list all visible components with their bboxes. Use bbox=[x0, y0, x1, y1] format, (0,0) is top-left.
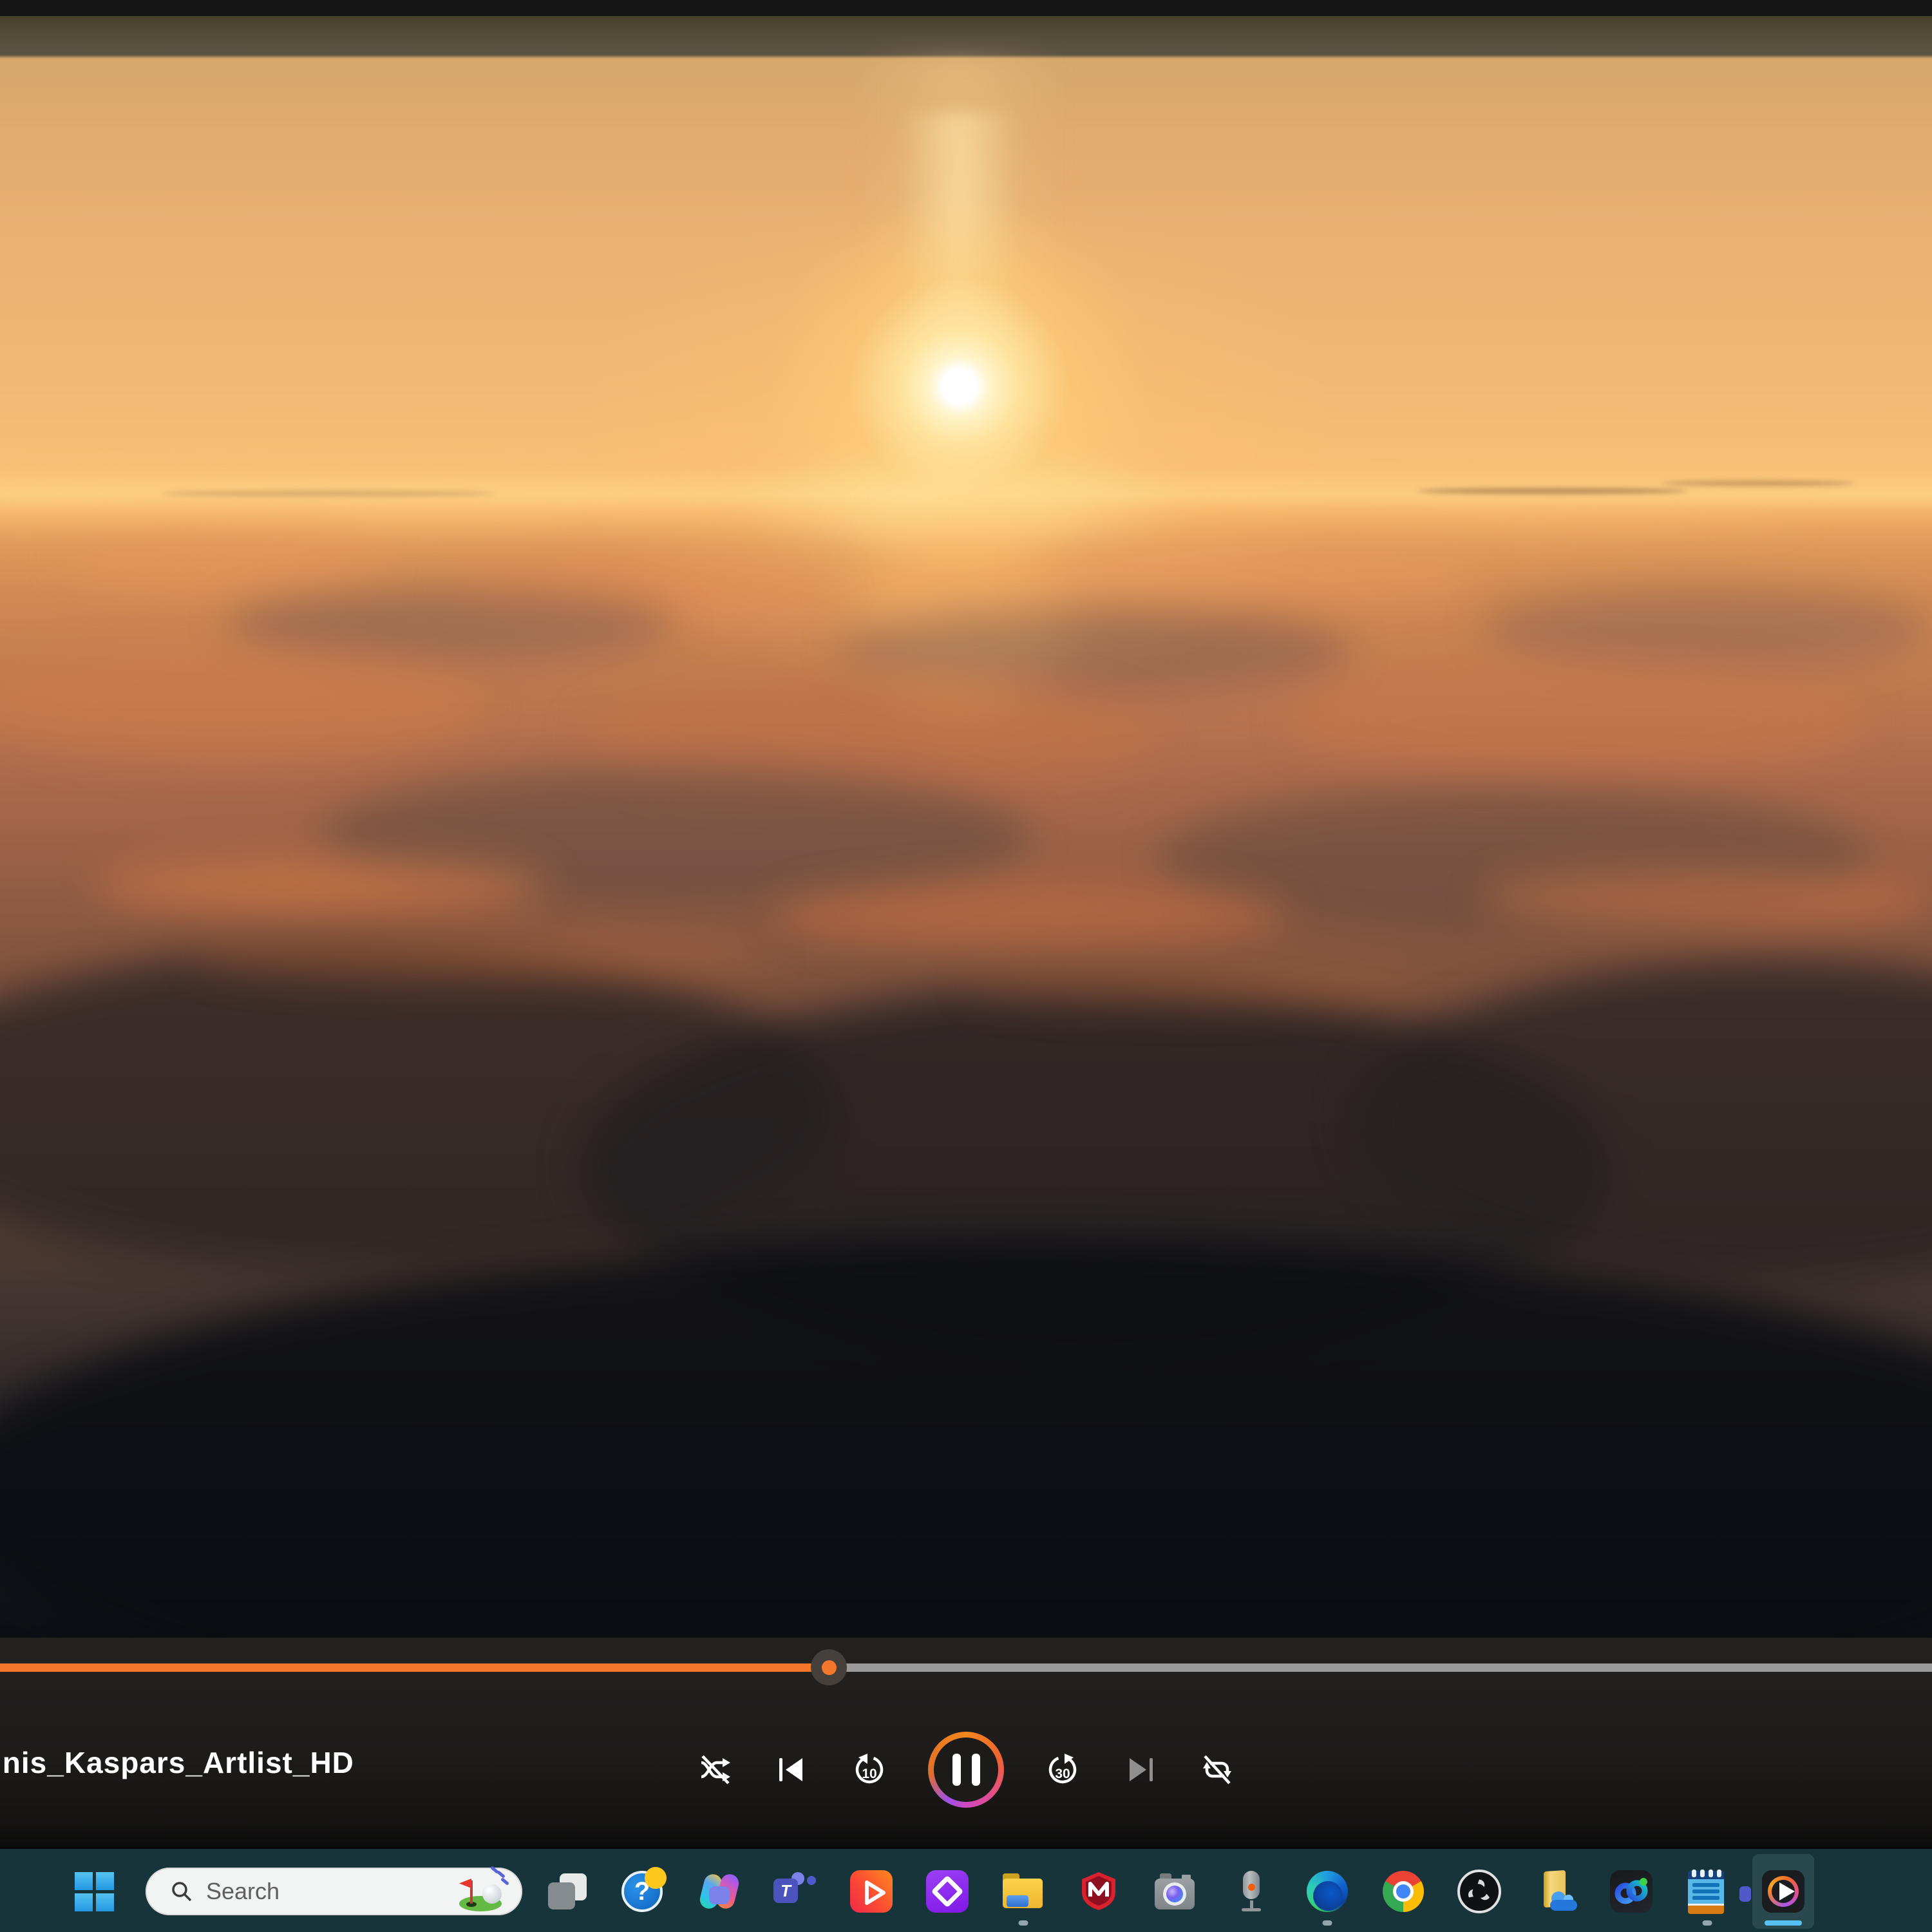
repeat-off-button[interactable] bbox=[1198, 1751, 1236, 1788]
notepad-icon bbox=[1685, 1870, 1729, 1913]
taskbar-search-box[interactable] bbox=[146, 1868, 522, 1915]
now-playing-title: inis_Kaspars_Artlist_HD bbox=[0, 1745, 354, 1780]
screen: inis_Kaspars_Artlist_HD bbox=[0, 0, 1932, 1932]
golf-flag-in-hole-icon bbox=[459, 1871, 507, 1911]
video-frame[interactable] bbox=[0, 16, 1932, 1638]
next-icon bbox=[1122, 1752, 1157, 1787]
taskbar-app-teams[interactable]: T bbox=[764, 1854, 826, 1929]
get-help-icon: ? bbox=[621, 1870, 665, 1913]
taskbar-app-webex[interactable] bbox=[1600, 1854, 1662, 1929]
shuffle-off-button[interactable] bbox=[696, 1751, 734, 1788]
taskbar-app-films-and-tv[interactable] bbox=[840, 1854, 902, 1929]
edge-icon bbox=[1307, 1871, 1348, 1912]
forward-seconds-label: 30 bbox=[1044, 1766, 1081, 1782]
rewind-10-button[interactable]: 10 bbox=[851, 1751, 888, 1788]
clipchamp-diamond-icon bbox=[926, 1870, 969, 1913]
repeat-off-icon bbox=[1200, 1752, 1235, 1787]
taskbar-app-file-explorer[interactable] bbox=[992, 1854, 1054, 1929]
taskbar-app-chrome[interactable] bbox=[1372, 1854, 1434, 1929]
rewind-seconds-label: 10 bbox=[851, 1766, 888, 1782]
previous-button[interactable] bbox=[773, 1751, 811, 1788]
search-input[interactable] bbox=[205, 1877, 401, 1906]
taskbar-app-edge[interactable] bbox=[1296, 1854, 1358, 1929]
shuffle-off-icon bbox=[697, 1752, 732, 1787]
seek-bar-progress bbox=[0, 1663, 829, 1672]
player-control-bar: inis_Kaspars_Artlist_HD bbox=[0, 1638, 1932, 1847]
forward-30-button[interactable]: 30 bbox=[1044, 1751, 1081, 1788]
file-explorer-icon bbox=[1001, 1870, 1045, 1913]
taskbar-app-notepad[interactable] bbox=[1676, 1854, 1738, 1929]
taskbar-app-sound-recorder[interactable] bbox=[1220, 1854, 1282, 1929]
running-indicator bbox=[1019, 1920, 1028, 1926]
teams-icon: T bbox=[773, 1870, 817, 1913]
films-and-tv-icon bbox=[850, 1870, 893, 1913]
taskbar-task-view-button[interactable] bbox=[536, 1854, 598, 1929]
taskbar-app-get-help[interactable]: ? bbox=[612, 1854, 674, 1929]
camera-icon bbox=[1153, 1870, 1197, 1913]
task-view-icon bbox=[545, 1870, 589, 1913]
previous-icon bbox=[775, 1752, 810, 1787]
taskbar-start-button[interactable] bbox=[63, 1854, 125, 1929]
pause-icon bbox=[952, 1754, 980, 1786]
search-icon bbox=[170, 1880, 193, 1903]
next-button-disabled[interactable] bbox=[1121, 1751, 1159, 1788]
obs-studio-icon bbox=[1457, 1870, 1501, 1913]
taskbar-app-clipchamp[interactable] bbox=[916, 1854, 978, 1929]
taskbar-app-onedrive-folder[interactable] bbox=[1524, 1854, 1586, 1929]
transport-controls: 10 30 bbox=[696, 1732, 1236, 1808]
mcafee-shield-icon bbox=[1077, 1870, 1121, 1913]
taskbar-app-obs-studio[interactable] bbox=[1448, 1854, 1510, 1929]
taskbar-app-media-player-active[interactable] bbox=[1752, 1854, 1814, 1929]
windows-start-icon bbox=[72, 1870, 116, 1913]
taskbar-app-camera[interactable] bbox=[1144, 1854, 1206, 1929]
running-indicator bbox=[1703, 1920, 1712, 1926]
onedrive-folder-icon bbox=[1533, 1870, 1577, 1913]
webex-icon bbox=[1610, 1870, 1653, 1913]
window-title-bar bbox=[0, 0, 1932, 16]
chrome-icon bbox=[1383, 1871, 1424, 1912]
taskbar-app-mcafee[interactable] bbox=[1068, 1854, 1130, 1929]
seek-bar[interactable] bbox=[0, 1663, 1932, 1672]
taskbar: ? T bbox=[0, 1847, 1932, 1932]
pause-button[interactable] bbox=[928, 1732, 1004, 1808]
seek-handle[interactable] bbox=[811, 1649, 847, 1685]
sound-recorder-icon bbox=[1229, 1870, 1273, 1913]
running-indicator bbox=[1323, 1920, 1332, 1926]
media-player-icon bbox=[1762, 1870, 1804, 1913]
active-app-indicator bbox=[1765, 1920, 1802, 1926]
